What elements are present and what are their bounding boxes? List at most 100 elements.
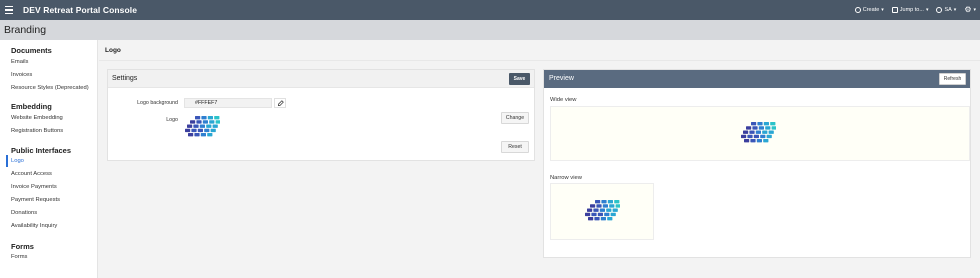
top-bar: DEV Retreat Portal Console Create ▾ Jump… (0, 0, 980, 20)
logo-tile (193, 124, 199, 128)
settings-title: Settings (112, 75, 138, 82)
logo-tile (615, 204, 620, 208)
logo-label: Logo (166, 117, 178, 123)
sidebar-item-logo[interactable]: Logo (11, 158, 24, 164)
logo-tile (760, 134, 766, 139)
jump-to-menu[interactable]: Jump to... ▾ (891, 7, 929, 13)
section-title: Logo (105, 47, 121, 54)
user-menu[interactable]: SA ▾ (936, 7, 956, 13)
user-label: SA (944, 7, 952, 13)
narrow-view-preview (550, 183, 654, 240)
wide-view-label: Wide view (550, 97, 577, 103)
sidebar-item-invoice-payments[interactable]: Invoice Payments (11, 184, 57, 190)
logo-tile (595, 200, 601, 204)
logo-tile (185, 128, 191, 133)
hamburger-icon[interactable] (5, 5, 19, 15)
logo-tile (747, 134, 753, 139)
sidebar-item-registration-buttons[interactable]: Registration Buttons (11, 128, 63, 134)
sidebar-item-availability-inquiry[interactable]: Availability Inquiry (11, 223, 57, 229)
logo-tile (585, 212, 591, 217)
logo-tile (610, 212, 616, 217)
logo-image (185, 116, 220, 137)
sidebar-item-donations[interactable]: Donations (11, 210, 37, 216)
sidebar: Documents Emails Invoices Resource Style… (0, 40, 98, 278)
logo-tile (191, 128, 197, 133)
logo-tile (206, 124, 212, 128)
logo-tile (768, 130, 774, 134)
logo-tile (749, 130, 755, 134)
sidebar-heading-embedding: Embedding (11, 102, 52, 111)
logo-tile (609, 204, 615, 208)
logo-tile (591, 212, 597, 217)
app-title: DEV Retreat Portal Console (23, 5, 138, 15)
refresh-button[interactable]: Refresh (939, 73, 966, 85)
window-icon (891, 7, 898, 13)
logo-tile (757, 122, 763, 126)
logo-tile (607, 217, 613, 221)
logo-tile (212, 124, 218, 128)
logo-tile (215, 120, 220, 124)
logo-tile (766, 134, 772, 139)
logo-tile (753, 134, 759, 139)
settings-header: Settings Save (108, 70, 534, 88)
top-actions: Create ▾ Jump to... ▾ SA ▾ ⚙ ▾ (854, 0, 976, 20)
sidebar-item-resource-styles[interactable]: Resource Styles (Deprecated) (11, 85, 89, 91)
settings-menu[interactable]: ⚙ ▾ (964, 6, 976, 14)
save-button[interactable]: Save (509, 73, 530, 85)
logo-tile (200, 133, 206, 137)
change-logo-button[interactable]: Change (501, 112, 529, 124)
logo-tile (755, 130, 761, 134)
logo-tile (597, 212, 603, 217)
wide-view-preview (550, 106, 970, 161)
gear-icon: ⚙ (964, 5, 972, 14)
logo-tile (210, 128, 216, 133)
logo-tile (770, 122, 776, 126)
logo-tile (771, 126, 776, 130)
logo-tile (214, 116, 220, 120)
logo-tile (188, 133, 194, 137)
logo-tile (607, 200, 613, 204)
active-indicator (6, 155, 8, 167)
page-header: Branding (0, 20, 980, 40)
logo-tile (601, 200, 607, 204)
logo-background-label: Logo background (137, 100, 178, 106)
logo-tile (612, 208, 618, 212)
sidebar-item-payment-requests[interactable]: Payment Requests (11, 197, 60, 203)
logo-tile (763, 139, 769, 143)
logo-tile (197, 128, 203, 133)
logo-tile (596, 204, 602, 208)
logo-tile (588, 217, 594, 221)
logo-tile (746, 126, 752, 130)
sidebar-item-invoices[interactable]: Invoices (11, 72, 32, 78)
sidebar-item-website-embedding[interactable]: Website Embedding (11, 115, 63, 121)
logo-tile (741, 134, 747, 139)
plus-circle-icon (854, 7, 861, 13)
sidebar-item-forms[interactable]: Forms (11, 254, 27, 260)
logo-tile (204, 128, 210, 133)
logo-tile (758, 126, 764, 130)
logo-tile (207, 116, 213, 120)
logo-tile (606, 208, 612, 212)
logo-tile (195, 116, 201, 120)
create-label: Create (862, 7, 880, 13)
jump-to-label: Jump to... (899, 7, 924, 13)
create-menu[interactable]: Create ▾ (854, 7, 884, 13)
logo-tile (765, 126, 771, 130)
chevron-down-icon: ▾ (925, 7, 929, 13)
logo-tile (199, 124, 205, 128)
sidebar-item-account-access[interactable]: Account Access (11, 171, 52, 177)
logo-image (741, 122, 776, 143)
reset-logo-button[interactable]: Reset (501, 141, 529, 153)
logo-tile (209, 120, 215, 124)
settings-panel: Settings Save Logo background #FFFEF7 Lo… (107, 69, 535, 161)
globe-icon (936, 7, 943, 13)
sidebar-heading-public-interfaces: Public Interfaces (11, 146, 72, 155)
logo-background-input[interactable]: #FFFEF7 (184, 98, 272, 108)
preview-panel: Preview Refresh Wide view Narrow view (543, 69, 971, 258)
logo-tile (201, 116, 207, 120)
sidebar-item-emails[interactable]: Emails (11, 59, 28, 65)
eyedropper-icon[interactable] (274, 98, 286, 108)
logo-tile (594, 217, 600, 221)
logo-tile (762, 130, 768, 134)
sidebar-heading-forms: Forms (11, 242, 34, 251)
